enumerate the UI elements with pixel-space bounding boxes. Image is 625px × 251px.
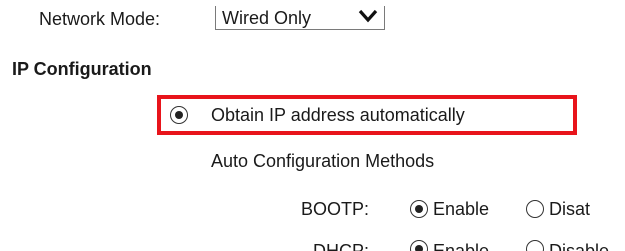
- bootp-enable-radio[interactable]: [410, 200, 428, 218]
- bootp-label: BOOTP:: [301, 199, 370, 219]
- ip-configuration-heading: IP Configuration: [12, 59, 152, 79]
- bootp-disable-radio[interactable]: [526, 200, 544, 218]
- bootp-disable-label[interactable]: Disat: [549, 198, 590, 220]
- network-mode-label: Network Mode:: [39, 9, 161, 29]
- obtain-ip-automatically-radio[interactable]: [170, 106, 188, 124]
- network-mode-select[interactable]: Wired Only: [215, 6, 385, 30]
- dhcp-row: DHCP: Enable Disable: [0, 240, 625, 251]
- dhcp-label: DHCP:: [313, 241, 370, 251]
- bootp-enable-label[interactable]: Enable: [433, 198, 489, 220]
- obtain-ip-automatically-label[interactable]: Obtain IP address automatically: [211, 104, 465, 126]
- dhcp-enable-radio[interactable]: [410, 240, 428, 251]
- dhcp-disable-label[interactable]: Disable: [549, 240, 609, 251]
- dhcp-disable-radio[interactable]: [526, 240, 544, 251]
- auto-configuration-methods-label: Auto Configuration Methods: [211, 151, 435, 171]
- network-mode-select-value: Wired Only: [222, 7, 312, 28]
- chevron-down-icon: [358, 9, 378, 23]
- dhcp-enable-label[interactable]: Enable: [433, 240, 489, 251]
